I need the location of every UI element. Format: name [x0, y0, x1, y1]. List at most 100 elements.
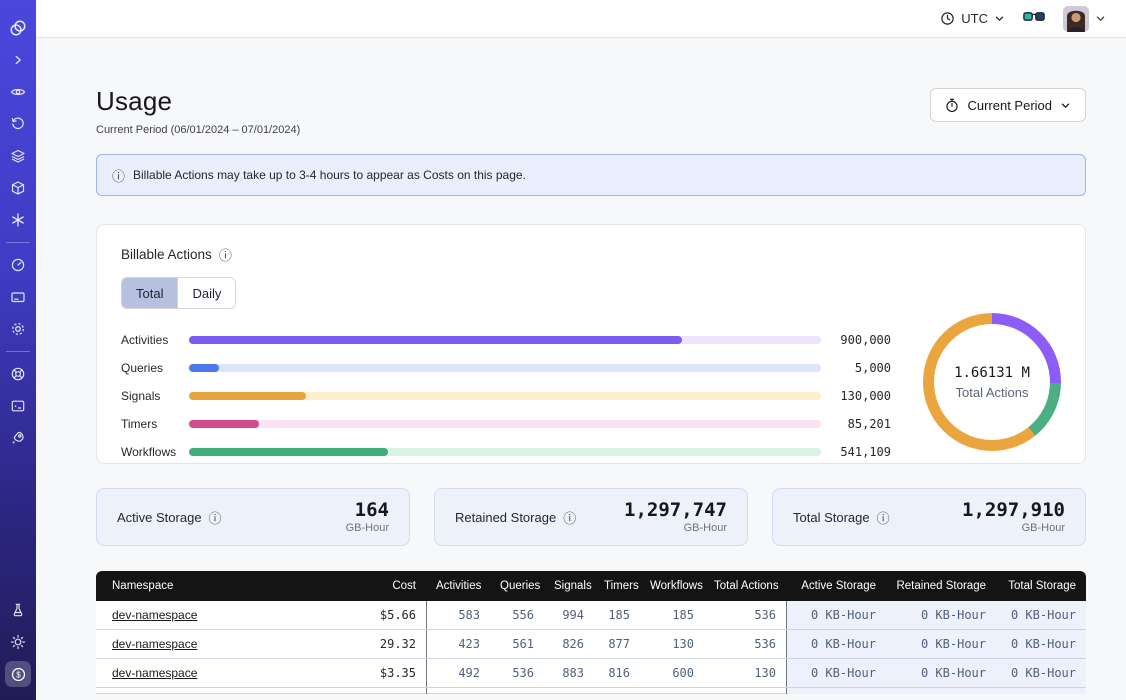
info-icon[interactable]: ⓘ — [877, 508, 890, 527]
total-storage-value: 1,297,910 — [962, 500, 1065, 520]
total-storage-card: Total Storage ⓘ 1,297,910 GB-Hour — [772, 488, 1086, 546]
namespace-cell: dev-namespace — [96, 659, 342, 687]
column-header: Queries — [490, 571, 544, 601]
info-icon[interactable]: ⓘ — [563, 508, 576, 527]
table-cell: 29.32 — [342, 630, 426, 658]
temporal-logo-icon — [9, 19, 27, 37]
sidebar-item-card[interactable] — [5, 284, 31, 310]
info-icon[interactable]: ⓘ — [209, 508, 222, 527]
stopwatch-icon — [945, 98, 959, 113]
table-cell: 536 — [490, 659, 544, 687]
tab-daily[interactable]: Daily — [177, 278, 235, 308]
page-head: Usage Current Period (06/01/2024 – 07/01… — [96, 86, 1086, 136]
table-cell — [996, 688, 1086, 694]
table-cell — [544, 688, 594, 694]
sidebar-item-asterisk[interactable] — [5, 207, 31, 233]
retained-storage-card: Retained Storage ⓘ 1,297,747 GB-Hour — [434, 488, 748, 546]
donut-total-label: Total Actions — [956, 385, 1029, 400]
bar-track — [189, 448, 821, 456]
table-cell: 826 — [544, 630, 594, 658]
bar-fill — [189, 336, 682, 344]
namespace-link[interactable]: dev-namespace — [112, 608, 197, 622]
tab-total[interactable]: Total — [122, 278, 177, 308]
bar-fill — [189, 448, 388, 456]
bar-category-label: Activities — [121, 333, 189, 347]
bar-category-label: Signals — [121, 389, 189, 403]
table-cell: 877 — [594, 630, 640, 658]
namespace-link[interactable]: dev-namespace — [112, 666, 197, 680]
sidebar-item-logo[interactable] — [5, 15, 31, 41]
sidebar-divider — [6, 242, 30, 243]
card-icon — [10, 289, 26, 305]
sidebar-item-usage[interactable]: $ — [5, 661, 31, 687]
sidebar-item-labs[interactable] — [5, 597, 31, 623]
asterisk-icon — [10, 212, 26, 228]
topbar: UTC — [36, 0, 1126, 38]
table-cell — [704, 688, 786, 694]
sidebar-item-eye[interactable] — [5, 79, 31, 105]
table-cell: 816 — [594, 659, 640, 687]
sidebar-item-getting-started[interactable] — [5, 425, 31, 451]
gauge-icon — [10, 257, 26, 273]
total-storage-label: Total Storage ⓘ — [793, 508, 890, 527]
retained-storage-unit: GB-Hour — [624, 522, 727, 534]
table-cell: 561 — [490, 630, 544, 658]
retained-storage-value: 1,297,747 — [624, 500, 727, 520]
dollar-coin-icon: $ — [10, 666, 27, 683]
sidebar-item-cube[interactable] — [5, 175, 31, 201]
user-menu[interactable] — [1063, 6, 1106, 32]
sun-icon — [10, 634, 26, 650]
table-cell: $3.35 — [342, 659, 426, 687]
table-cell: 130 — [704, 659, 786, 687]
column-header: Total Actions — [704, 571, 786, 601]
glasses-icon — [1023, 9, 1045, 24]
lifebuoy-icon — [10, 366, 26, 382]
storage-summary-row: Active Storage ⓘ 164 GB-Hour Retained St… — [96, 488, 1086, 546]
usage-bar-row: Activities 900,000 — [121, 326, 891, 354]
table-row: dev-namespace$5.665835569941851855360 KB… — [96, 601, 1086, 630]
table-cell: 492 — [426, 659, 490, 687]
table-cell: 536 — [704, 630, 786, 658]
table-cell: 883 — [544, 659, 594, 687]
column-header: Cost — [342, 571, 426, 601]
sidebar-item-history[interactable] — [5, 111, 31, 137]
usage-bar-row: Queries5,000 — [121, 354, 891, 382]
active-storage-card: Active Storage ⓘ 164 GB-Hour — [96, 488, 410, 546]
column-header: Activities — [426, 571, 490, 601]
sidebar-item-layers[interactable] — [5, 143, 31, 169]
table-body: dev-namespace$5.665835569941851855360 KB… — [96, 601, 1086, 694]
sidebar-item-settings[interactable] — [5, 316, 31, 342]
chevron-down-icon — [1060, 100, 1071, 111]
table-cell — [640, 688, 704, 694]
sidebar-item-support[interactable] — [5, 361, 31, 387]
bar-track — [189, 336, 821, 344]
timezone-selector[interactable]: UTC — [940, 11, 1005, 26]
bar-track — [189, 420, 821, 428]
gear-icon — [10, 321, 26, 337]
content: Usage Current Period (06/01/2024 – 07/01… — [36, 38, 1126, 700]
table-cell: 600 — [640, 659, 704, 687]
bar-value: 541,109 — [821, 445, 891, 459]
table-cell: 0 KB-Hour — [786, 630, 886, 658]
table-cell: 583 — [426, 601, 490, 629]
info-icon[interactable]: ⓘ — [219, 245, 232, 264]
period-dropdown-button[interactable]: Current Period — [930, 88, 1086, 122]
rocket-icon — [10, 430, 26, 446]
bar-chart: Activities 900,000 Queries5,000 Signals 130,… — [121, 326, 891, 466]
bar-value: 900,000 — [821, 333, 891, 347]
bar-value: 130,000 — [821, 389, 891, 403]
namespace-cell: dev-namespace — [96, 630, 342, 658]
sidebar-item-docs[interactable] — [5, 393, 31, 419]
namespace-cell: dev-namespace — [96, 601, 342, 629]
sidebar-item-gauge[interactable] — [5, 252, 31, 278]
clock-icon — [940, 11, 955, 26]
terminal-icon — [10, 398, 26, 414]
table-row: dev-namespace$3.354925368838166001300 KB… — [96, 659, 1086, 688]
namespace-link[interactable]: dev-namespace — [112, 637, 197, 651]
table-cell — [342, 688, 426, 694]
sidebar-item-collapse[interactable] — [5, 47, 31, 73]
view-toggle-glasses[interactable] — [1023, 9, 1045, 29]
bar-track — [189, 364, 821, 372]
sidebar-item-theme[interactable] — [5, 629, 31, 655]
table-cell: 185 — [594, 601, 640, 629]
